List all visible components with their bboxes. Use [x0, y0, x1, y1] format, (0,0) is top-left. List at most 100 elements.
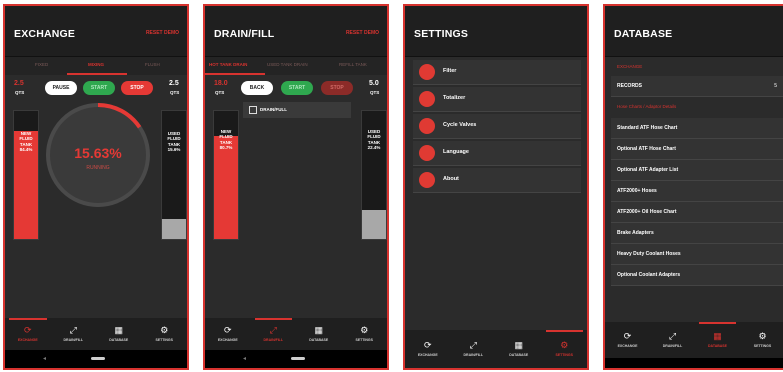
totalizer-icon	[419, 91, 435, 107]
nav-exchange[interactable]: ⟳ EXCHANGE	[405, 330, 451, 368]
arrows-icon: ⤢	[69, 325, 77, 335]
start-button[interactable]: START	[281, 81, 313, 95]
list-item[interactable]: Heavy Duty Coolant Hoses	[611, 244, 783, 265]
nav-database[interactable]: ▦ DATABASE	[695, 322, 740, 358]
nav-settings[interactable]: ⚙ SETTINGS	[740, 322, 783, 358]
progress-percent: 15.63%	[74, 145, 122, 161]
right-qts-value: 2.5	[169, 80, 179, 87]
gear-icon: ⚙	[160, 325, 169, 335]
database-icon: ▦	[114, 325, 123, 335]
left-qts-value: 2.5	[14, 80, 24, 87]
globe-icon	[419, 145, 435, 161]
right-qts-unit: QTS	[370, 90, 380, 95]
start-button[interactable]: START	[83, 81, 115, 95]
records-row[interactable]: RECORDS 5	[611, 76, 783, 97]
back-icon[interactable]: ◂	[43, 355, 46, 362]
left-qts-value: 18.0	[214, 80, 228, 87]
bottom-nav: ⟳ EXCHANGE ⤢ DRAIN/FILL ▦ DATABASE ⚙ SETTING…	[205, 318, 387, 350]
new-fluid-level	[214, 135, 238, 239]
stop-button[interactable]: STOP	[121, 81, 153, 95]
back-button[interactable]: BACK	[241, 81, 273, 95]
section-hose-charts: Hose Charts / Adaptor Details	[611, 98, 783, 116]
drainfill-screen: DRAIN/FILL RESET DEMO HOT TANK DRAIN USE…	[203, 4, 389, 370]
new-fluid-tank-label: NEW FLUID TANK 80.7%	[219, 129, 233, 151]
reset-demo-button[interactable]: RESET DEMO	[146, 30, 179, 36]
list-item[interactable]: Optional ATF Hose Chart	[611, 139, 783, 160]
settings-item-language[interactable]: Language	[413, 141, 581, 166]
left-qts-unit: QTS	[15, 90, 25, 95]
database-icon: ▦	[713, 331, 722, 341]
database-screen: DATABASE EXCHANGE RECORDS 5 Hose Charts …	[603, 4, 783, 370]
nav-settings[interactable]: ⚙ SETTINGS	[542, 330, 588, 368]
tab-fixed[interactable]: FIXED	[35, 62, 48, 67]
drain-full-option[interactable]: DRAIN/FULL	[243, 102, 351, 118]
system-nav-bar: ◂	[205, 350, 387, 368]
list-item[interactable]: Optional ATF Adapter List	[611, 160, 783, 181]
settings-item-cycle-valves[interactable]: Cycle Valves	[413, 114, 581, 139]
active-tab-indicator	[205, 73, 265, 75]
tab-flush[interactable]: FLUSH	[145, 62, 160, 67]
nav-exchange[interactable]: ⟳ EXCHANGE	[205, 318, 251, 350]
refresh-icon: ⟳	[623, 331, 632, 341]
app-bar: SETTINGS	[405, 6, 587, 57]
nav-database[interactable]: ▦ DATABASE	[96, 318, 142, 350]
app-bar: DRAIN/FILL RESET DEMO	[205, 6, 387, 57]
nav-drainfill[interactable]: ⤢ DRAIN/FILL	[251, 318, 297, 350]
nav-database[interactable]: ▦ DATABASE	[496, 330, 542, 368]
nav-drainfill[interactable]: ⤢ DRAIN/FILL	[451, 330, 497, 368]
list-item[interactable]: Standard ATF Hose Chart	[611, 118, 783, 139]
new-fluid-tank: NEW FLUID TANK 84.4%	[13, 110, 39, 240]
nav-exchange[interactable]: ⟳ EXCHANGE	[5, 318, 51, 350]
refresh-icon: ⟳	[23, 325, 32, 335]
tab-used-tank-drain[interactable]: USED TANK DRAIN	[267, 62, 308, 67]
used-fluid-tank: USED FLUID TANK 22.4%	[361, 110, 387, 240]
mode-tabs: FIXED MIXING FLUSH	[5, 57, 187, 75]
records-count: 5	[774, 83, 777, 89]
used-fluid-tank-label: USED FLUID TANK 15.6%	[167, 131, 181, 153]
nav-exchange[interactable]: ⟳ EXCHANGE	[605, 322, 650, 358]
valve-icon	[419, 118, 435, 134]
list-item[interactable]: Optional Coolant Adapters	[611, 265, 783, 286]
settings-item-totalizer[interactable]: Totalizer	[413, 87, 581, 112]
mode-tabs: HOT TANK DRAIN USED TANK DRAIN REFILL TA…	[205, 57, 387, 75]
stop-button[interactable]: STOP	[321, 81, 353, 95]
app-bar: DATABASE	[605, 6, 783, 57]
list-item[interactable]: Brake Adapters	[611, 223, 783, 244]
nav-settings[interactable]: ⚙ SETTINGS	[142, 318, 188, 350]
settings-screen: SETTINGS Filter Totalizer Cycle Valves L…	[403, 4, 589, 370]
settings-item-filter[interactable]: Filter	[413, 60, 581, 85]
nav-drainfill[interactable]: ⤢ DRAIN/FILL	[650, 322, 695, 358]
exchange-screen: EXCHANGE RESET DEMO FIXED MIXING FLUSH 2…	[3, 4, 189, 370]
bottom-nav: ⟳ EXCHANGE ⤢ DRAIN/FILL ▦ DATABASE ⚙ SETTING…	[605, 322, 783, 358]
tab-mixing[interactable]: MIXING	[88, 62, 104, 67]
checkbox-icon[interactable]	[249, 106, 257, 114]
database-icon: ▦	[514, 340, 523, 350]
tab-refill-tank[interactable]: REFILL TANK	[339, 62, 367, 67]
progress-ring: 15.63% RUNNING	[46, 103, 150, 207]
nav-drainfill[interactable]: ⤢ DRAIN/FILL	[51, 318, 97, 350]
gear-icon: ⚙	[360, 325, 369, 335]
home-pill-icon[interactable]	[91, 357, 105, 360]
used-fluid-level	[162, 219, 186, 239]
nav-database[interactable]: ▦ DATABASE	[296, 318, 342, 350]
list-item[interactable]: ATF2000+ Oil Hose Chart	[611, 202, 783, 223]
arrows-icon: ⤢	[668, 331, 677, 341]
system-nav-bar: ◂	[5, 350, 187, 368]
pause-button[interactable]: PAUSE	[45, 81, 77, 95]
list-item[interactable]: ATF2000+ Hoses	[611, 181, 783, 202]
tab-hot-tank-drain[interactable]: HOT TANK DRAIN	[209, 62, 247, 67]
refresh-icon: ⟳	[423, 340, 432, 350]
system-nav-bar	[605, 358, 783, 368]
home-pill-icon[interactable]	[291, 357, 305, 360]
bottom-nav: ⟳ EXCHANGE ⤢ DRAIN/FILL ▦ DATABASE ⚙ SETTING…	[5, 318, 187, 350]
settings-item-about[interactable]: About	[413, 168, 581, 193]
page-title: SETTINGS	[414, 28, 469, 40]
reset-demo-button[interactable]: RESET DEMO	[346, 30, 379, 36]
filter-icon	[419, 64, 435, 80]
info-icon	[419, 172, 435, 188]
back-icon[interactable]: ◂	[243, 355, 246, 362]
new-fluid-tank-label: NEW FLUID TANK 84.4%	[19, 131, 33, 153]
gear-icon: ⚙	[560, 340, 569, 350]
nav-settings[interactable]: ⚙ SETTINGS	[342, 318, 388, 350]
arrows-icon: ⤢	[469, 340, 477, 350]
